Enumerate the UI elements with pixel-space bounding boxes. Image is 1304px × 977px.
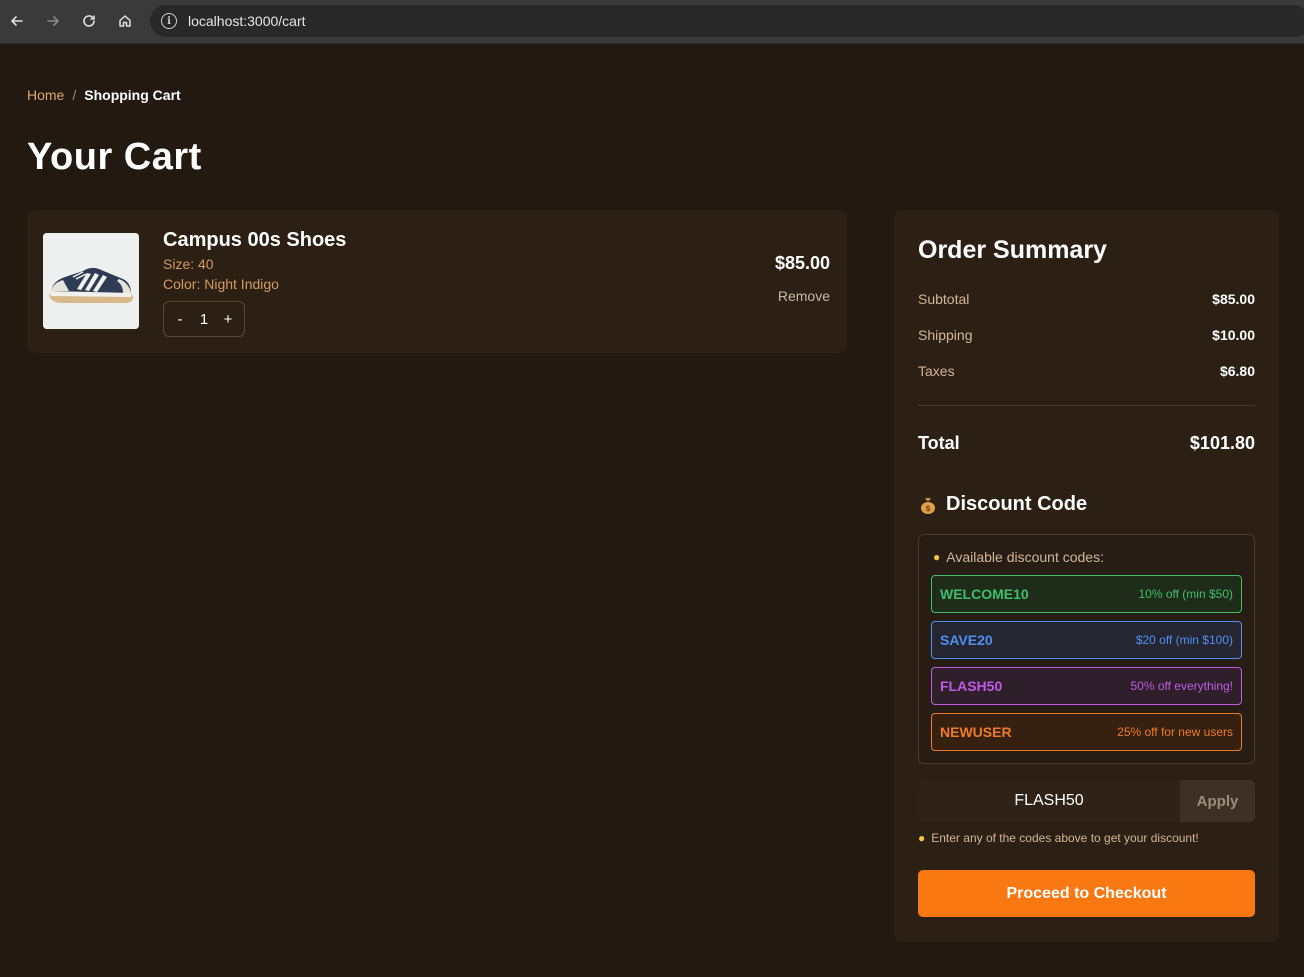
discount-code-desc: 50% off everything! — [1130, 679, 1233, 693]
breadcrumb: Home / Shopping Cart — [27, 87, 181, 103]
discount-code-save20[interactable]: SAVE20 $20 off (min $100) — [931, 621, 1242, 659]
discount-title-text: Discount Code — [946, 493, 1088, 515]
product-image[interactable] — [43, 233, 139, 329]
discount-code-name: SAVE20 — [940, 632, 993, 648]
breadcrumb-separator: / — [72, 87, 77, 103]
taxes-label: Taxes — [918, 363, 955, 379]
total-row: Total $101.80 — [918, 433, 1255, 454]
back-button[interactable] — [4, 8, 30, 34]
apply-button[interactable]: Apply — [1180, 780, 1255, 822]
quantity-stepper: - 1 + — [163, 301, 245, 337]
shipping-value: $10.00 — [1212, 327, 1255, 343]
discount-code-welcome10[interactable]: WELCOME10 10% off (min $50) — [931, 575, 1242, 613]
url-text: localhost:3000/cart — [188, 13, 306, 29]
available-codes-heading: ● Available discount codes: — [933, 549, 1104, 565]
arrow-right-icon — [47, 16, 59, 26]
shipping-row: Shipping $10.00 — [918, 327, 1255, 343]
forward-button[interactable] — [40, 8, 66, 34]
quantity-value: 1 — [199, 310, 209, 328]
product-color: Color: Night Indigo — [163, 276, 279, 292]
discount-hint-text: Enter any of the codes above to get your… — [931, 831, 1199, 845]
arrow-left-icon — [11, 16, 23, 26]
discount-code-flash50[interactable]: FLASH50 50% off everything! — [931, 667, 1242, 705]
breadcrumb-home-link[interactable]: Home — [27, 87, 64, 103]
browser-toolbar: i localhost:3000/cart — [0, 0, 1304, 44]
discount-hint: ● Enter any of the codes above to get yo… — [918, 831, 1199, 845]
shoe-icon — [43, 233, 139, 329]
checkout-button[interactable]: Proceed to Checkout — [918, 870, 1255, 917]
product-name[interactable]: Campus 00s Shoes — [163, 229, 346, 252]
summary-divider — [918, 405, 1255, 406]
remove-button[interactable]: Remove — [778, 288, 830, 304]
breadcrumb-current: Shopping Cart — [84, 87, 181, 103]
shipping-label: Shipping — [918, 327, 973, 343]
reload-button[interactable] — [76, 8, 102, 34]
money-bag-icon: $ — [918, 495, 938, 515]
home-button[interactable] — [112, 8, 138, 34]
discount-code-desc: 25% off for new users — [1117, 725, 1233, 739]
summary-title: Order Summary — [918, 236, 1107, 264]
discount-code-newuser[interactable]: NEWUSER 25% off for new users — [931, 713, 1242, 751]
available-codes-label: Available discount codes: — [946, 549, 1104, 565]
discount-code-input[interactable] — [918, 780, 1180, 822]
lightbulb-icon: ● — [918, 831, 926, 845]
decrement-button[interactable]: - — [173, 311, 187, 328]
page-title: Your Cart — [27, 136, 202, 178]
info-icon[interactable]: i — [161, 13, 177, 29]
address-bar[interactable]: i localhost:3000/cart — [150, 5, 1304, 37]
item-price: $85.00 — [774, 253, 830, 273]
discount-code-name: FLASH50 — [940, 678, 1003, 694]
increment-button[interactable]: + — [221, 311, 235, 328]
order-summary: Order Summary Subtotal $85.00 Shipping $… — [894, 210, 1279, 942]
svg-text:$: $ — [925, 504, 931, 513]
cart-item: Campus 00s Shoes Size: 40 Color: Night I… — [27, 210, 847, 353]
available-codes-panel: ● Available discount codes: WELCOME10 10… — [918, 534, 1255, 764]
discount-code-name: WELCOME10 — [940, 586, 1029, 602]
subtotal-value: $85.00 — [1212, 291, 1255, 307]
taxes-value: $6.80 — [1219, 363, 1255, 379]
product-size: Size: 40 — [163, 256, 214, 272]
subtotal-row: Subtotal $85.00 — [918, 291, 1255, 307]
home-icon — [119, 15, 131, 27]
taxes-row: Taxes $6.80 — [918, 363, 1255, 379]
total-label: Total — [918, 433, 960, 453]
discount-code-name: NEWUSER — [940, 724, 1012, 740]
discount-title: $ Discount Code — [918, 493, 1087, 516]
discount-code-desc: $20 off (min $100) — [1135, 633, 1233, 647]
lightbulb-icon: ● — [933, 550, 941, 564]
discount-code-desc: 10% off (min $50) — [1138, 587, 1234, 601]
total-value: $101.80 — [1189, 433, 1255, 453]
subtotal-label: Subtotal — [918, 291, 970, 307]
reload-icon — [83, 15, 95, 27]
